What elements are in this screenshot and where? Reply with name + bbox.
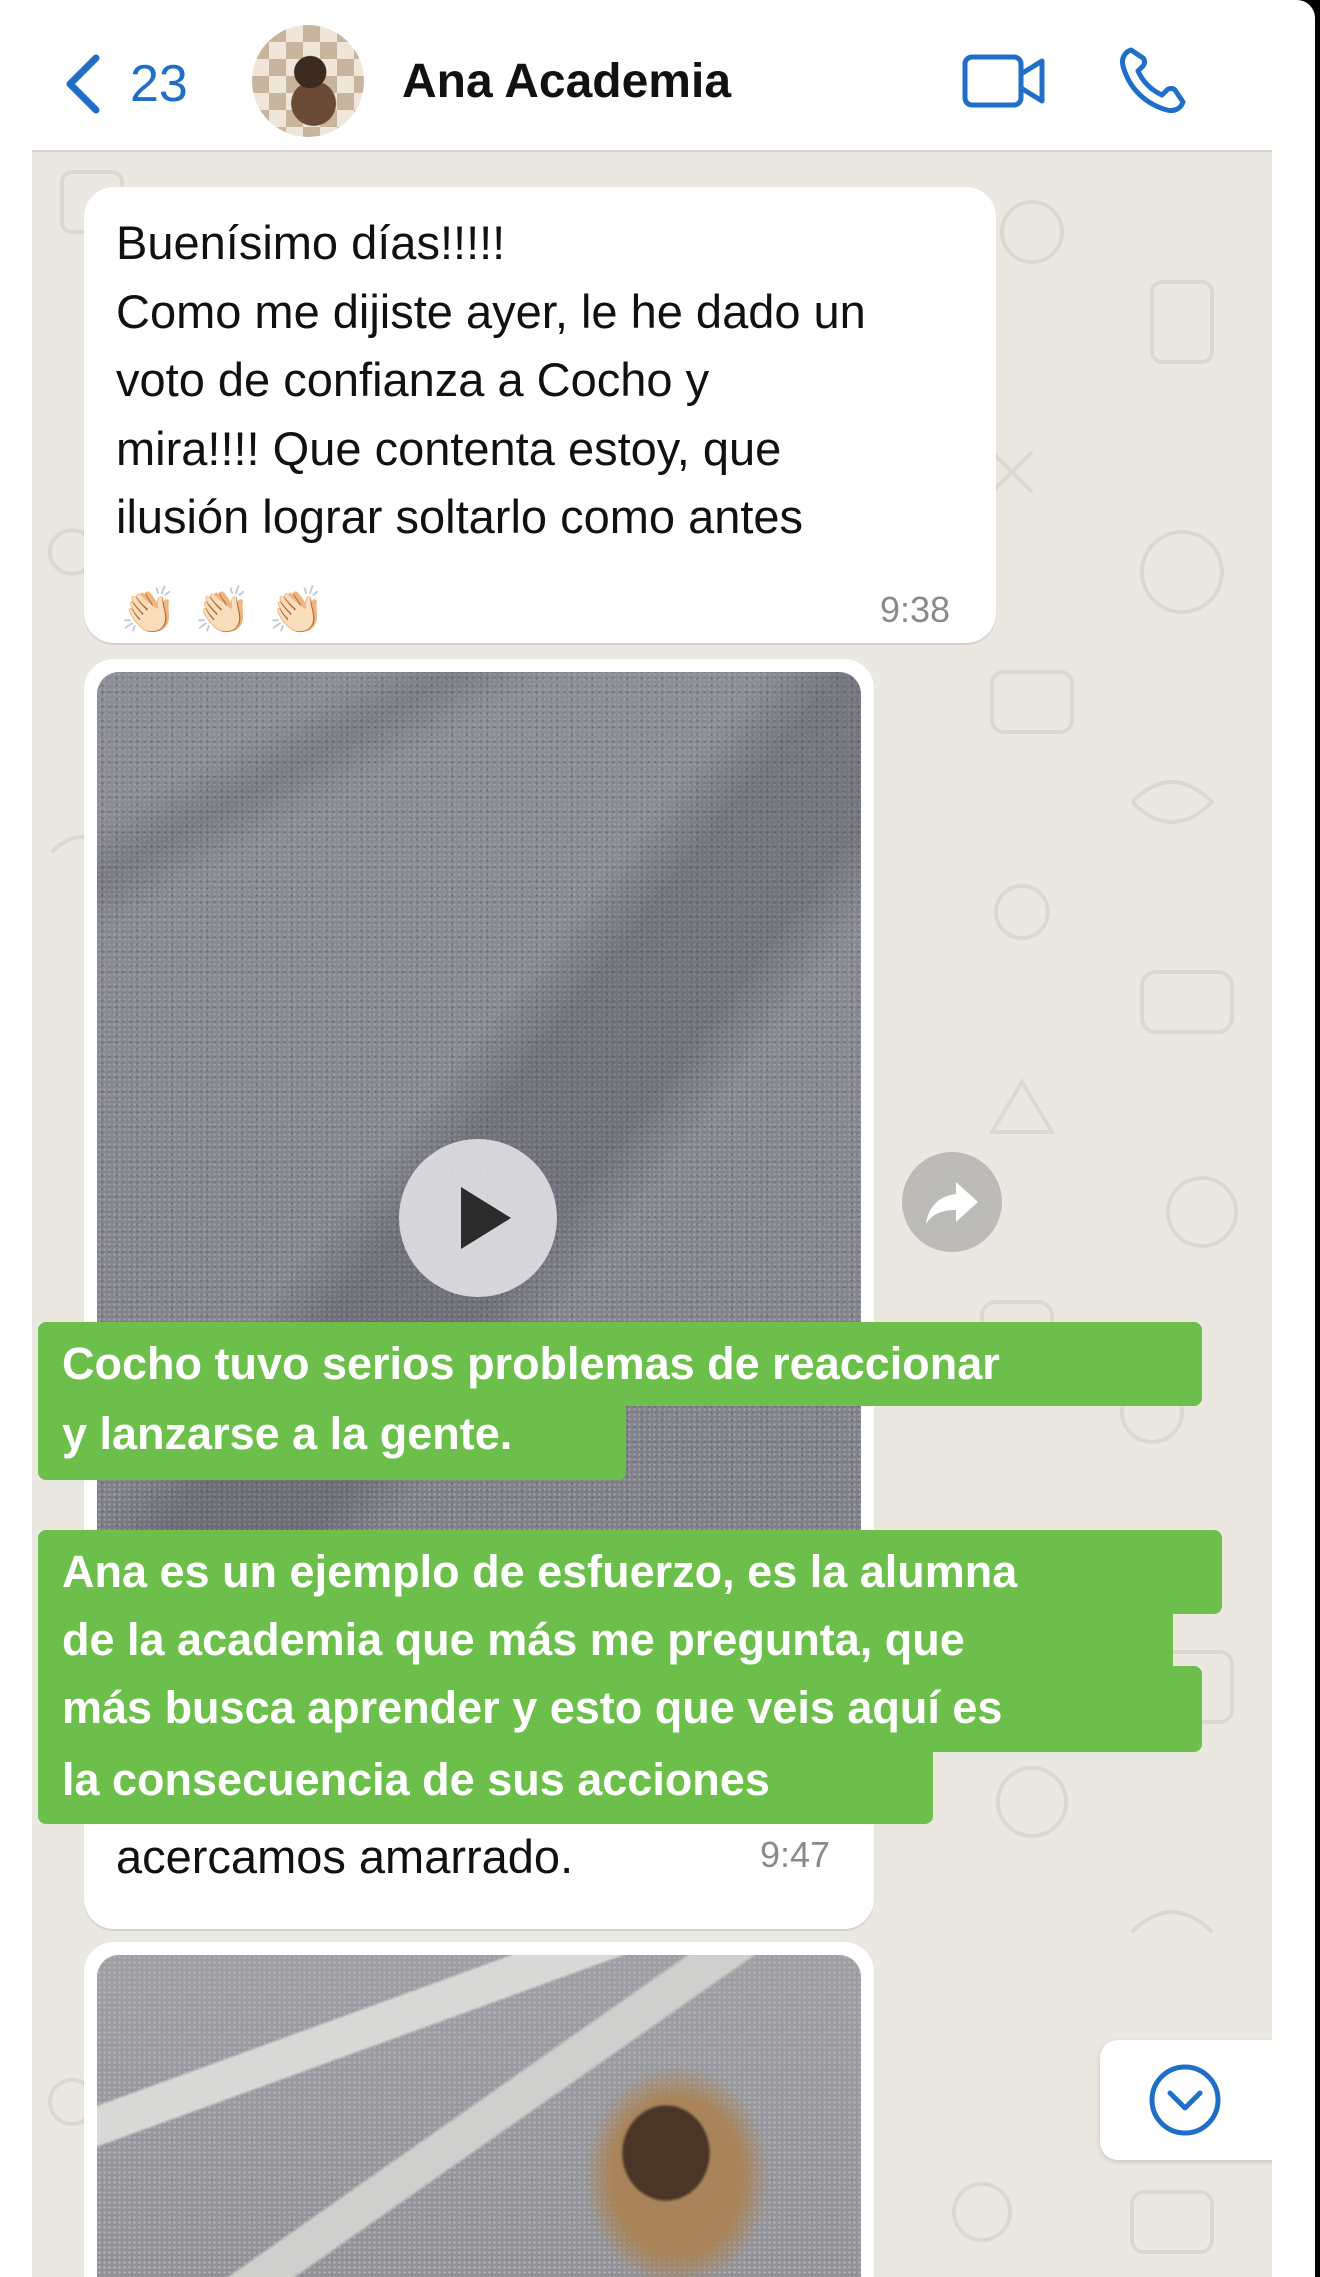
clapping-hands-emoji: 👏🏻: [194, 584, 252, 636]
message-text: acercamos amarrado.: [116, 1830, 574, 1883]
back-unread-count[interactable]: 23: [130, 54, 188, 114]
chat-header: 23 Ana Academia: [32, 0, 1272, 152]
chat-area[interactable]: Buenísimo días!!!!! Como me dijiste ayer…: [32, 152, 1272, 2277]
clapping-hands-emoji: 👏🏻: [120, 584, 178, 636]
play-button[interactable]: [399, 1139, 557, 1297]
caption-line: de la academia que más me pregunta, que: [62, 1614, 965, 1665]
video-thumbnail[interactable]: [97, 1955, 861, 2277]
scroll-to-bottom-button[interactable]: [1100, 2040, 1272, 2160]
message-bubble-incoming[interactable]: Buenísimo días!!!!! Como me dijiste ayer…: [84, 187, 996, 643]
play-icon: [461, 1187, 511, 1249]
chevron-left-icon[interactable]: [58, 52, 108, 116]
video-camera-icon[interactable]: [962, 52, 1046, 110]
chat-screen: 23 Ana Academia Buenísimo días!!!!! Como…: [0, 0, 1315, 2277]
forward-share-icon: [926, 1182, 978, 1224]
caption-line: Ana es un ejemplo de esfuerzo, es la alu…: [62, 1546, 1018, 1597]
caption-line: Cocho tuvo serios problemas de reacciona…: [62, 1338, 1000, 1389]
video-message-bubble[interactable]: [84, 1942, 874, 2277]
avatar[interactable]: [252, 25, 364, 137]
message-timestamp: 9:47: [760, 1834, 831, 1875]
chevron-down-circle-icon: [1149, 2064, 1221, 2136]
screen-edge: [1272, 150, 1315, 2277]
message-text: Buenísimo días!!!!! Como me dijiste ayer…: [116, 216, 866, 543]
clapping-hands-emoji: 👏🏻: [268, 584, 326, 636]
caption-line: y lanzarse a la gente.: [62, 1408, 513, 1459]
phone-icon[interactable]: [1117, 44, 1189, 116]
message-timestamp: 9:38: [880, 589, 951, 630]
caption-line: más busca aprender y esto que veis aquí …: [62, 1682, 1003, 1733]
caption-line: la consecuencia de sus acciones: [62, 1754, 770, 1805]
contact-name[interactable]: Ana Academia: [402, 54, 731, 109]
forward-button[interactable]: [902, 1152, 1002, 1252]
dog-image: [567, 2045, 787, 2277]
